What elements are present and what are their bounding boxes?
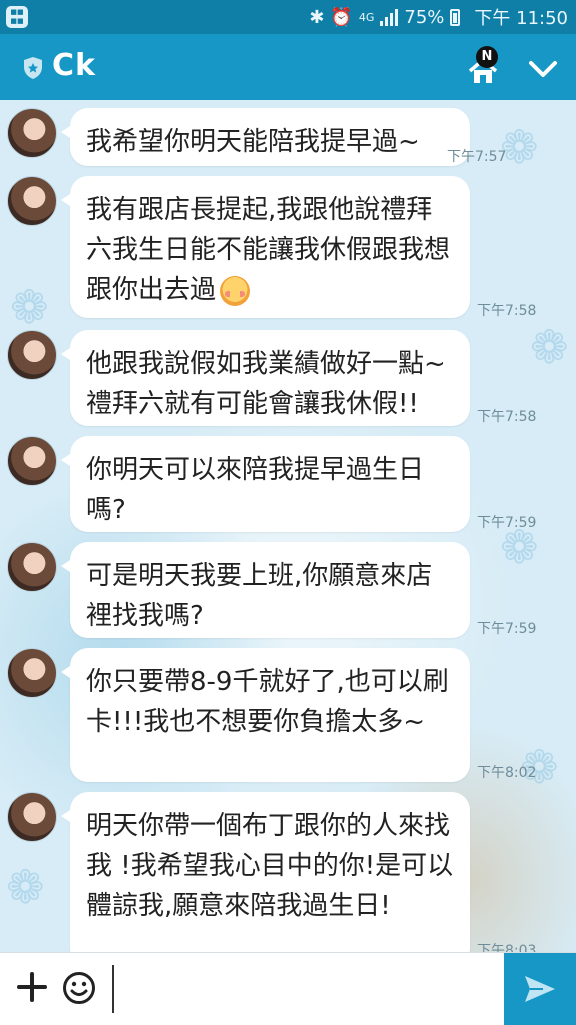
battery-level: 75% <box>404 6 445 28</box>
message-text: 我希望你明天能陪我提早過~ <box>86 127 420 157</box>
contact-name[interactable]: Ck <box>52 48 96 83</box>
message-input-bar <box>0 952 576 1025</box>
message-time: 下午8:02 <box>477 765 537 781</box>
paw-print-decoration: ❁ <box>10 280 49 334</box>
blushing-face-icon <box>220 275 251 306</box>
message-input[interactable] <box>108 963 500 1017</box>
message-time: 下午7:59 <box>477 621 537 637</box>
avatar[interactable] <box>7 436 57 486</box>
message-bubble[interactable]: 他跟我說假如我業績做好一點~禮拜六就有可能會讓我休假!! <box>61 330 470 426</box>
paw-print-decoration: ❁ <box>6 860 45 914</box>
message-bubble[interactable]: 我有跟店長提起,我跟他說禮拜六我生日能不能讓我休假跟我想跟你出去過 <box>61 176 470 318</box>
send-button[interactable] <box>504 953 576 1025</box>
message-text: 明天你帶一個布丁跟你的人來找我 !我希望我心目中的你!是可以體諒我,願意來陪我過… <box>86 811 454 921</box>
avatar[interactable] <box>7 330 57 380</box>
battery-icon <box>450 8 461 26</box>
smiley-icon[interactable] <box>62 971 96 1005</box>
avatar[interactable] <box>7 792 57 842</box>
chevron-down-icon[interactable] <box>526 56 560 82</box>
avatar[interactable] <box>7 108 57 158</box>
shield-icon <box>24 57 42 79</box>
chat-header: Ck N <box>0 34 576 100</box>
network-type: 4G <box>358 10 375 24</box>
message-text: 我有跟店長提起,我跟他說禮拜六我生日能不能讓我休假跟我想跟你出去過 <box>86 195 451 305</box>
message-bubble[interactable]: 明天你帶一個布丁跟你的人來找我 !我希望我心目中的你!是可以體諒我,願意來陪我過… <box>61 792 470 952</box>
avatar[interactable] <box>7 648 57 698</box>
message-bubble[interactable]: 你只要帶8-9千就好了,也可以刷卡!!!我也不想要你負擔太多~ <box>61 648 470 782</box>
send-icon <box>525 976 555 1002</box>
message-time: 下午8:03 <box>477 943 537 952</box>
message-text: 他跟我說假如我業績做好一點~禮拜六就有可能會讓我休假!! <box>86 349 446 419</box>
avatar[interactable] <box>7 176 57 226</box>
message-list[interactable]: ❁ ❁ ❁ ❁ ❁ ❁ 我希望你明天能陪我提早過~ 下午7:57 我有跟店長提起… <box>0 100 576 952</box>
message-bubble[interactable]: 我希望你明天能陪我提早過~ <box>61 108 470 166</box>
clock: 下午 11:50 <box>474 8 568 29</box>
app-notification-icon: ■■ ■■ <box>6 6 28 28</box>
notification-badge: N <box>476 46 498 68</box>
status-bar: ■■ ■■ ✱ ⏰ 4G 75% 下午 11:50 <box>0 0 576 34</box>
message-time: 下午7:58 <box>477 303 537 319</box>
text-caret <box>112 965 114 1013</box>
alarm-icon: ⏰ <box>330 6 353 28</box>
message-text: 你只要帶8-9千就好了,也可以刷卡!!!我也不想要你負擔太多~ <box>86 667 449 737</box>
system-indicators: ✱ ⏰ 4G 75% 下午 11:50 <box>309 4 568 30</box>
bluetooth-icon: ✱ <box>309 6 325 28</box>
message-bubble[interactable]: 可是明天我要上班,你願意來店裡找我嗎? <box>61 542 470 638</box>
message-time: 下午7:58 <box>477 409 537 425</box>
plus-icon[interactable] <box>16 971 48 1003</box>
message-time: 下午7:59 <box>477 515 537 531</box>
signal-icon <box>380 8 399 26</box>
paw-print-decoration: ❁ <box>530 320 569 374</box>
avatar[interactable] <box>7 542 57 592</box>
message-bubble[interactable]: 你明天可以來陪我提早過生日嗎? <box>61 436 470 532</box>
message-time: 下午7:57 <box>447 149 507 165</box>
message-text: 你明天可以來陪我提早過生日嗎? <box>86 455 425 525</box>
message-text: 可是明天我要上班,你願意來店裡找我嗎? <box>86 561 433 631</box>
